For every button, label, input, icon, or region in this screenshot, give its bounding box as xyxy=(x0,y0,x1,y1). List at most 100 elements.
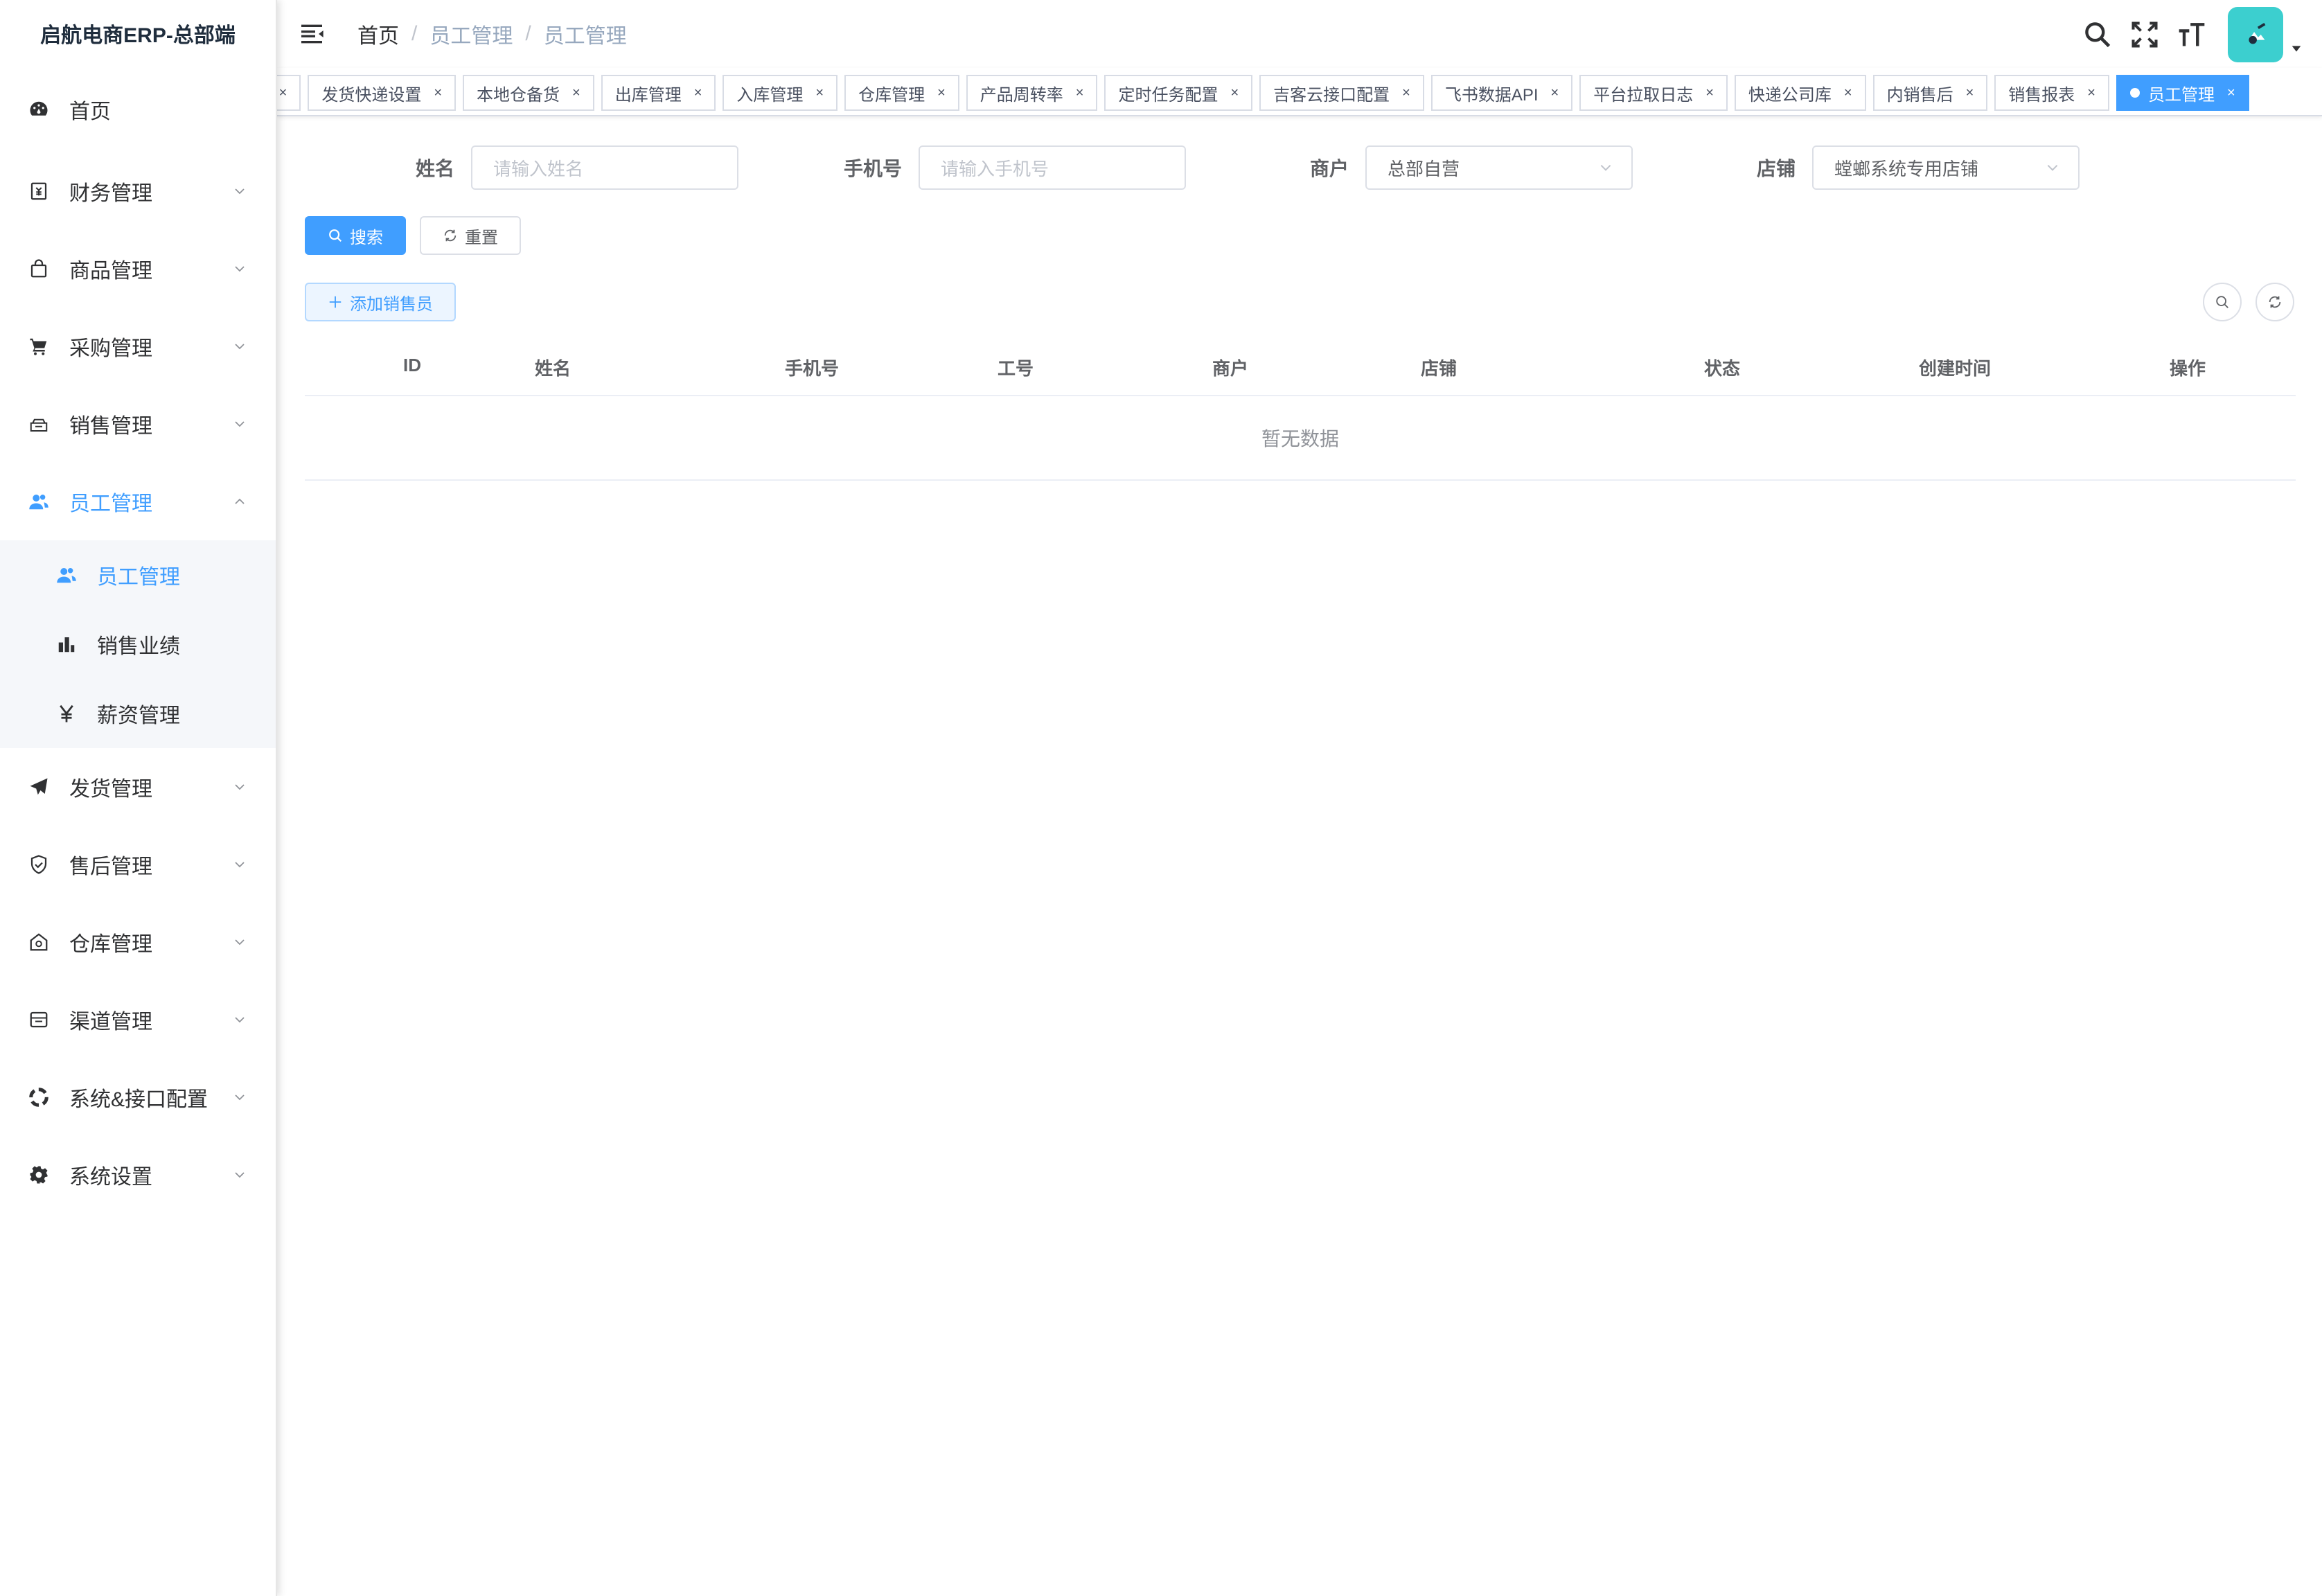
sidebar-item-finance[interactable]: 财务管理 xyxy=(0,152,276,230)
top-navbar: 首页 / 员工管理 / 员工管理 xyxy=(277,0,2322,68)
app-main: 姓名 请输入姓名 手机号 请输入手机号 商户 总部自营 店铺 螳螂系统专用店铺 … xyxy=(277,118,2322,1596)
tag-close-icon[interactable]: × xyxy=(572,85,580,101)
search-icon xyxy=(2216,296,2228,308)
name-input[interactable]: 请输入姓名 xyxy=(471,145,738,190)
sidebar-item-warehouse[interactable]: 仓库管理 xyxy=(0,903,276,981)
yen-icon xyxy=(55,702,78,725)
column-header-actions: 操作 xyxy=(2170,358,2206,379)
cart-icon xyxy=(28,335,50,357)
font-size-icon[interactable] xyxy=(2177,19,2207,50)
menu-fold-icon[interactable] xyxy=(298,20,326,48)
filter-label: 商户 xyxy=(1309,158,1349,179)
chevron-down-icon xyxy=(235,421,245,427)
tag-item[interactable]: 产品周转率 × xyxy=(966,75,1098,111)
tag-close-icon[interactable]: × xyxy=(694,85,702,101)
table-header: ID 姓名 手机号 工号 商户 店铺 状态 创建时间 操作 xyxy=(305,335,2296,396)
sidebar-item-sales[interactable]: 销售管理 xyxy=(0,385,276,463)
sidebar-item-label: 系统&接口配置 xyxy=(69,1088,209,1111)
tag-item[interactable]: 入库管理 × xyxy=(723,75,838,111)
add-salesperson-button[interactable]: 添加销售员 xyxy=(305,283,456,321)
submenu-item-staff[interactable]: 员工管理 xyxy=(0,540,276,610)
tag-close-icon[interactable]: × xyxy=(1076,85,1084,101)
tag-item[interactable]: 出库管理 × xyxy=(601,75,716,111)
avatar[interactable] xyxy=(2228,7,2283,62)
submenu-item-sales-performance[interactable]: 销售业绩 xyxy=(0,610,276,679)
submenu-item-label: 薪资管理 xyxy=(97,704,180,727)
tag-item[interactable]: 本地仓备货 × xyxy=(463,75,594,111)
search-button[interactable]: 搜索 xyxy=(305,216,406,255)
sidebar-item-settings[interactable]: 系统设置 xyxy=(0,1136,276,1214)
refresh-button[interactable] xyxy=(2255,283,2294,321)
dashboard-icon xyxy=(28,98,50,121)
peoples-icon xyxy=(28,490,50,513)
tag-close-icon[interactable]: × xyxy=(1705,85,1714,101)
column-header-id: ID xyxy=(403,355,421,375)
tag-close-icon[interactable]: × xyxy=(434,85,442,101)
chevron-down-icon xyxy=(235,1094,245,1101)
chevron-down-icon xyxy=(2047,164,2058,171)
tag-close-icon[interactable]: × xyxy=(937,85,946,101)
tag-close-icon[interactable]: × xyxy=(1551,85,1559,101)
chevron-down-icon xyxy=(235,862,245,868)
merchant-select[interactable]: 总部自营 xyxy=(1365,145,1633,190)
sidebar-item-shipping[interactable]: 发货管理 xyxy=(0,748,276,826)
tag-item[interactable]: 快递公司库 × xyxy=(1734,75,1866,111)
tag-item-active[interactable]: 员工管理 × xyxy=(2116,75,2249,111)
caret-down-icon[interactable] xyxy=(2290,42,2303,55)
breadcrumb-home[interactable]: 首页 xyxy=(357,19,399,49)
staff-submenu: 员工管理 销售业绩 薪资管理 xyxy=(0,540,276,748)
submenu-item-salary[interactable]: 薪资管理 xyxy=(0,679,276,748)
tag-item[interactable]: 内销售后 × xyxy=(1872,75,1988,111)
reset-button[interactable]: 重置 xyxy=(420,216,521,255)
sidebar-item-aftersale[interactable]: 售后管理 xyxy=(0,826,276,903)
tag-item[interactable]: 销售报表 × xyxy=(1994,75,2109,111)
sidebar-item-label: 渠道管理 xyxy=(69,1011,152,1034)
sales-icon xyxy=(28,413,50,435)
sidebar-item-home[interactable]: 首页 xyxy=(0,66,276,152)
tag-close-icon[interactable]: × xyxy=(1402,85,1410,101)
phone-input[interactable]: 请输入手机号 xyxy=(919,145,1186,190)
tags-track: × 发货快递设置 × 本地仓备货 × 出库管理 × 入库管理 × 仓库管理 × 产品周转率… xyxy=(277,75,2256,111)
header-actions xyxy=(2066,7,2303,62)
column-header-shop: 店铺 xyxy=(1421,358,1457,379)
sidebar-item-channel[interactable]: 渠道管理 xyxy=(0,981,276,1058)
tag-close-icon[interactable]: × xyxy=(1844,85,1852,101)
sidebar-item-label: 发货管理 xyxy=(69,778,152,801)
shop-select[interactable]: 螳螂系统专用店铺 xyxy=(1812,145,2080,190)
tag-close-icon[interactable]: × xyxy=(815,85,824,101)
filter-label: 手机号 xyxy=(843,158,902,179)
column-header-phone: 手机号 xyxy=(785,358,840,379)
send-icon xyxy=(28,776,50,798)
chevron-down-icon xyxy=(235,939,245,946)
plus-icon xyxy=(329,296,342,308)
finance-icon xyxy=(28,180,50,202)
submenu-item-label: 员工管理 xyxy=(97,566,180,589)
chevron-down-icon xyxy=(235,266,245,272)
sidebar-item-api-config[interactable]: 系统&接口配置 xyxy=(0,1058,276,1136)
sidebar-item-staff[interactable]: 员工管理 xyxy=(0,463,276,540)
tag-close-icon[interactable]: × xyxy=(2227,85,2235,101)
tag-item[interactable]: 平台拉取日志 × xyxy=(1579,75,1728,111)
search-icon[interactable] xyxy=(2082,19,2113,50)
tag-close-icon[interactable]: × xyxy=(1966,85,1974,101)
column-header-merchant: 商户 xyxy=(1212,358,1249,379)
tag-item[interactable]: 仓库管理 × xyxy=(844,75,959,111)
tag-close-icon[interactable]: × xyxy=(2087,85,2095,101)
active-dot xyxy=(2129,88,2140,98)
filter-shop: 店铺 螳螂系统专用店铺 xyxy=(1722,145,2080,190)
sidebar-item-label: 销售管理 xyxy=(69,415,152,438)
tag-hidden-left[interactable]: × xyxy=(277,75,301,111)
shopping-bag-icon xyxy=(28,258,50,280)
tag-item[interactable]: 定时任务配置 × xyxy=(1104,75,1253,111)
tag-item[interactable]: 吉客云接口配置 × xyxy=(1259,75,1424,111)
sidebar-item-purchase[interactable]: 采购管理 xyxy=(0,308,276,385)
tag-item[interactable]: 飞书数据API × xyxy=(1430,75,1573,111)
chevron-down-icon xyxy=(235,1017,245,1023)
toggle-search-button[interactable] xyxy=(2203,283,2242,321)
fullscreen-icon[interactable] xyxy=(2129,19,2160,50)
bar-chart-icon xyxy=(55,633,78,655)
tag-close-icon[interactable]: × xyxy=(1230,85,1239,101)
tag-item[interactable]: 发货快递设置 × xyxy=(308,75,457,111)
sidebar-item-label: 员工管理 xyxy=(69,493,152,515)
sidebar-item-goods[interactable]: 商品管理 xyxy=(0,230,276,308)
